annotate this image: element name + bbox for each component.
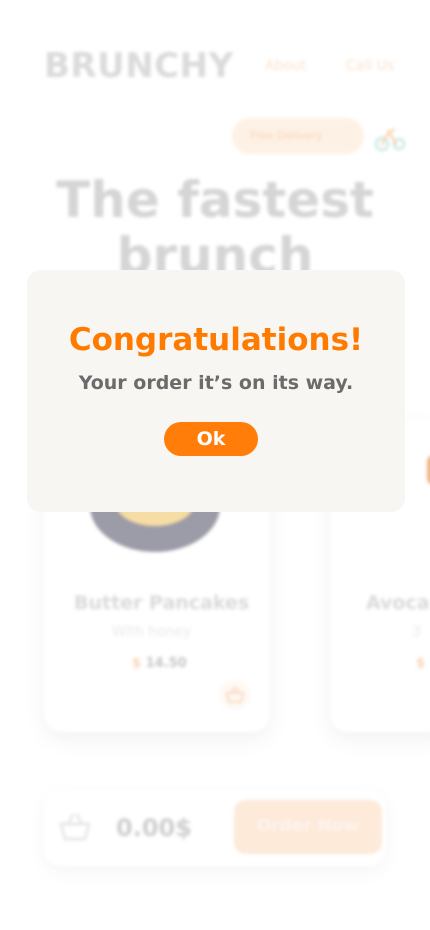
modal-message: Your order it’s on its way. [78, 372, 354, 394]
basket-icon [226, 687, 244, 703]
order-confirmation-modal: Congratulations! Your order it’s on its … [27, 270, 405, 512]
product-price: $ [416, 656, 425, 671]
ok-button[interactable]: Ok [164, 422, 258, 456]
price-currency: $ [132, 656, 142, 671]
cart-bar: 0.00$ Order Now [44, 790, 386, 866]
product-name: Avoca [366, 592, 430, 614]
hero-line-1: The fastest [56, 171, 374, 229]
modal-title: Congratulations! [68, 322, 364, 358]
price-currency: $ [416, 656, 426, 671]
free-delivery-badge: Free Delivery [232, 118, 364, 154]
price-value: 14.50 [145, 656, 187, 671]
nav-link-call-us[interactable]: Call Us [346, 58, 394, 74]
product-description: With honey [112, 624, 192, 640]
product-price: $ 14.50 [132, 656, 187, 671]
order-now-button[interactable]: Order Now [234, 800, 382, 854]
cart-total: 0.00$ [116, 814, 192, 842]
order-now-label: Order Now [256, 816, 360, 836]
product-name: Butter Pancakes [74, 592, 250, 614]
product-description: 3 [412, 624, 421, 640]
bike-icon [374, 128, 406, 152]
add-to-basket-button[interactable] [220, 680, 250, 710]
free-delivery-label: Free Delivery [250, 129, 323, 142]
basket-icon [59, 813, 91, 841]
brand-logo[interactable]: BRUNCHY [44, 46, 234, 86]
nav-link-about[interactable]: About [265, 58, 306, 74]
